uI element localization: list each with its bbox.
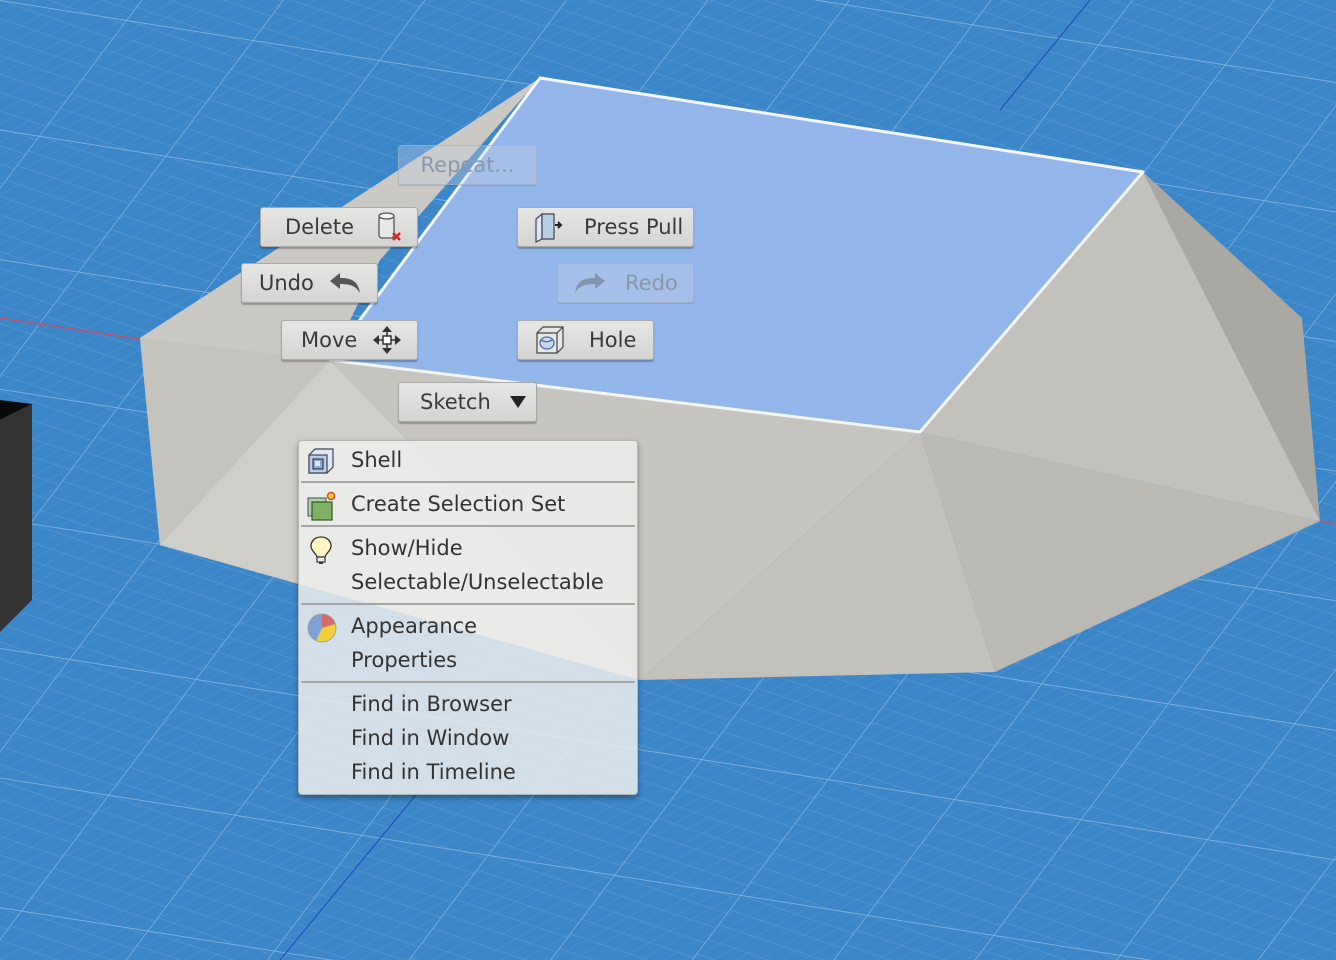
menu-item-selectable-unselectable[interactable]: Selectable/Unselectable	[299, 565, 637, 599]
menu-separator	[301, 681, 635, 683]
sketch-label: Sketch	[420, 390, 491, 414]
menu-item-label: Find in Window	[351, 726, 510, 750]
delete-button[interactable]: Delete	[260, 207, 418, 247]
hole-icon	[535, 325, 565, 355]
menu-item-find-in-timeline[interactable]: Find in Timeline	[299, 755, 637, 789]
delete-body-icon	[376, 211, 404, 243]
sketch-dropdown-button[interactable]: Sketch	[398, 382, 537, 422]
black-box-body[interactable]	[0, 400, 32, 632]
menu-item-label: Properties	[351, 648, 458, 672]
menu-item-label: Shell	[351, 448, 403, 472]
press-pull-icon	[534, 211, 566, 243]
menu-item-label: Create Selection Set	[351, 492, 566, 516]
menu-item-properties[interactable]: Properties	[299, 643, 637, 677]
menu-item-label: Find in Timeline	[351, 760, 516, 784]
menu-item-appearance[interactable]: Appearance	[299, 609, 637, 643]
repeat-label: Repeat...	[420, 153, 515, 177]
appearance-icon	[307, 613, 337, 643]
menu-separator	[301, 603, 635, 605]
hole-label: Hole	[589, 328, 637, 352]
3d-viewport-canvas[interactable]	[0, 0, 1336, 960]
move-button[interactable]: Move	[281, 320, 418, 360]
menu-item-find-in-window[interactable]: Find in Window	[299, 721, 637, 755]
dropdown-triangle-icon	[509, 395, 527, 409]
menu-item-find-in-browser[interactable]: Find in Browser	[299, 687, 637, 721]
menu-item-create-selection-set[interactable]: Create Selection Set	[299, 487, 637, 521]
delete-label: Delete	[285, 215, 354, 239]
undo-label: Undo	[259, 271, 314, 295]
menu-item-label: Appearance	[351, 614, 478, 638]
redo-label: Redo	[625, 271, 678, 295]
redo-button[interactable]: Redo	[557, 263, 694, 303]
move-arrows-icon	[371, 324, 403, 356]
redo-arrow-icon	[573, 271, 607, 295]
hole-button[interactable]: Hole	[517, 320, 654, 360]
move-label: Move	[301, 328, 358, 352]
menu-separator	[301, 481, 635, 483]
menu-item-label: Selectable/Unselectable	[351, 570, 604, 594]
lightbulb-icon	[307, 535, 335, 564]
context-menu: Shell Create Selection Set Show/Hide Sel…	[298, 440, 638, 795]
press-pull-button[interactable]: Press Pull	[517, 207, 694, 247]
menu-item-show-hide[interactable]: Show/Hide	[299, 531, 637, 565]
menu-item-label: Show/Hide	[351, 536, 463, 560]
selection-set-icon	[307, 491, 336, 521]
menu-separator	[301, 525, 635, 527]
menu-item-label: Find in Browser	[351, 692, 512, 716]
menu-item-shell[interactable]: Shell	[299, 443, 637, 477]
shell-icon	[307, 447, 335, 475]
repeat-button[interactable]: Repeat...	[398, 145, 537, 185]
undo-button[interactable]: Undo	[241, 263, 378, 303]
undo-arrow-icon	[328, 271, 362, 295]
press-pull-label: Press Pull	[584, 215, 684, 239]
